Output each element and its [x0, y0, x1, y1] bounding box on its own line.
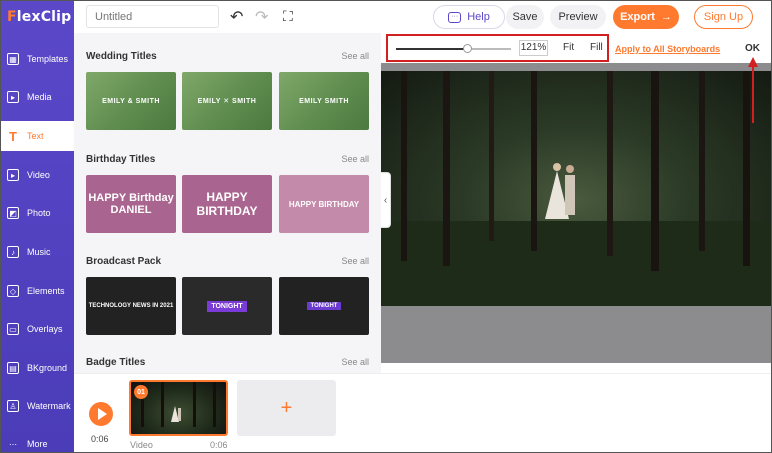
export-button[interactable]: Export →	[613, 5, 679, 29]
play-icon	[98, 408, 107, 420]
forest-couple-image	[381, 71, 771, 306]
sidebar-item-photo[interactable]: ◩ Photo	[1, 198, 74, 228]
forest-floor	[381, 221, 771, 306]
sign-up-button[interactable]: Sign Up	[694, 5, 753, 29]
template-thumb[interactable]: HAPPY Birthday DANIEL	[86, 175, 176, 233]
tree-trunk	[651, 71, 659, 271]
fullscreen-icon[interactable]: ⛶	[283, 8, 293, 25]
video-preview[interactable]	[381, 71, 771, 306]
video-icon: ▸	[7, 169, 19, 181]
music-icon: ♪	[7, 246, 19, 258]
zoom-slider-handle[interactable]	[463, 44, 472, 53]
timeline: 0:06 01 Video 0:06 +	[74, 373, 771, 452]
arrow-right-icon: →	[660, 11, 672, 23]
section-title-birthday: Birthday Titles	[86, 154, 156, 165]
tree-trunk	[699, 71, 705, 251]
collapse-panel-button[interactable]: ‹	[381, 172, 391, 228]
app-window: FlexClip ▦ Templates ▸ Media T Text ▸ Video …	[0, 0, 772, 453]
tree-trunk	[531, 71, 537, 251]
zoom-slider-track	[467, 48, 511, 50]
media-icon: ▸	[7, 91, 19, 103]
sidebar-item-templates[interactable]: ▦ Templates	[1, 44, 74, 74]
clip-duration: 0:06	[210, 440, 228, 450]
annotation-arrow-icon	[748, 57, 758, 123]
photo-icon: ◩	[7, 207, 19, 219]
timeline-clip[interactable]: 01	[129, 380, 228, 436]
bride-head	[553, 163, 561, 171]
save-button[interactable]: Save	[506, 5, 544, 29]
tree-trunk	[161, 382, 164, 427]
sidebar-item-watermark[interactable]: ♙ Watermark	[1, 391, 74, 421]
template-thumb[interactable]: TONIGHT	[182, 277, 272, 335]
current-time: 0:06	[91, 434, 109, 444]
template-thumb[interactable]: TONIGHT	[279, 277, 369, 335]
flexclip-logo[interactable]: FlexClip	[7, 9, 71, 25]
tree-trunk	[607, 71, 613, 256]
add-scene-button[interactable]: +	[237, 380, 336, 436]
top-bar: ↶ ↷ ⛶ ···Help Save Preview Export→ Sign …	[74, 1, 771, 33]
chevron-left-icon: ‹	[383, 194, 388, 206]
clip-label: Video	[130, 440, 153, 450]
watermark-icon: ♙	[7, 400, 19, 412]
tree-trunk	[443, 71, 450, 266]
project-title-input[interactable]	[86, 5, 219, 28]
preview-button[interactable]: Preview	[550, 5, 606, 29]
tree-trunk	[489, 71, 494, 241]
template-thumb[interactable]: EMILY SMITH	[279, 72, 369, 130]
overlays-icon: ▭	[7, 323, 19, 335]
groom-body	[565, 175, 575, 215]
tree-trunk	[193, 382, 196, 427]
zoom-slider[interactable]	[396, 44, 511, 53]
canvas-area: 121% Fit Fill Apply to All Storyboards O…	[381, 33, 771, 373]
redo-icon[interactable]: ↷	[255, 7, 268, 27]
bride-dress	[171, 406, 179, 422]
template-thumb[interactable]: EMILY & SMITH	[86, 72, 176, 130]
fit-button[interactable]: Fit	[563, 42, 574, 53]
text-icon: T	[9, 128, 17, 144]
sidebar-item-elements[interactable]: ◇ Elements	[1, 276, 74, 306]
sidebar-item-video[interactable]: ▸ Video	[1, 160, 74, 190]
template-thumb[interactable]: TECHNOLOGY NEWS IN 2021	[86, 277, 176, 335]
tree-trunk	[401, 71, 407, 261]
template-thumb[interactable]: EMILY ✕ SMITH	[182, 72, 272, 130]
zoom-controls-highlight: 121% Fit Fill	[386, 34, 609, 62]
background-icon: ▤	[7, 362, 19, 374]
ok-button[interactable]: OK	[745, 43, 760, 54]
sidebar: FlexClip ▦ Templates ▸ Media T Text ▸ Video …	[1, 1, 74, 452]
sidebar-item-more[interactable]: ⋯ More	[1, 429, 74, 452]
groom-head	[566, 165, 574, 173]
see-all-birthday-link[interactable]: See all	[341, 154, 369, 164]
chat-icon: ···	[448, 11, 462, 23]
elements-icon: ◇	[7, 285, 19, 297]
fill-button[interactable]: Fill	[590, 42, 603, 53]
section-title-wedding: Wedding Titles	[86, 51, 157, 62]
template-thumb[interactable]: HAPPY BIRTHDAY	[182, 175, 272, 233]
more-icon: ⋯	[9, 439, 17, 449]
plus-icon: +	[280, 396, 293, 419]
help-button[interactable]: ··· Help	[433, 5, 505, 29]
see-all-badge-link[interactable]: See all	[341, 357, 369, 367]
text-templates-panel: Wedding Titles See all EMILY & SMITH EMI…	[74, 33, 381, 373]
see-all-broadcast-link[interactable]: See all	[341, 256, 369, 266]
zoom-value: 121%	[519, 40, 548, 56]
groom-body	[178, 408, 181, 421]
sidebar-item-text[interactable]: T Text	[1, 121, 74, 151]
sidebar-item-overlays[interactable]: ▭ Overlays	[1, 314, 74, 344]
sidebar-item-media[interactable]: ▸ Media	[1, 82, 74, 112]
apply-to-all-storyboards-link[interactable]: Apply to All Storyboards	[615, 44, 720, 54]
clip-number-badge: 01	[134, 385, 148, 399]
tree-trunk	[213, 382, 216, 427]
see-all-wedding-link[interactable]: See all	[341, 51, 369, 61]
sidebar-item-music[interactable]: ♪ Music	[1, 237, 74, 267]
section-title-badge: Badge Titles	[86, 357, 146, 368]
undo-icon[interactable]: ↶	[230, 7, 243, 27]
templates-icon: ▦	[7, 53, 19, 65]
template-thumb[interactable]: HAPPY BIRTHDAY	[279, 175, 369, 233]
sidebar-item-bkground[interactable]: ▤ BKground	[1, 353, 74, 383]
section-title-broadcast: Broadcast Pack	[86, 256, 162, 267]
play-button[interactable]	[89, 402, 113, 426]
